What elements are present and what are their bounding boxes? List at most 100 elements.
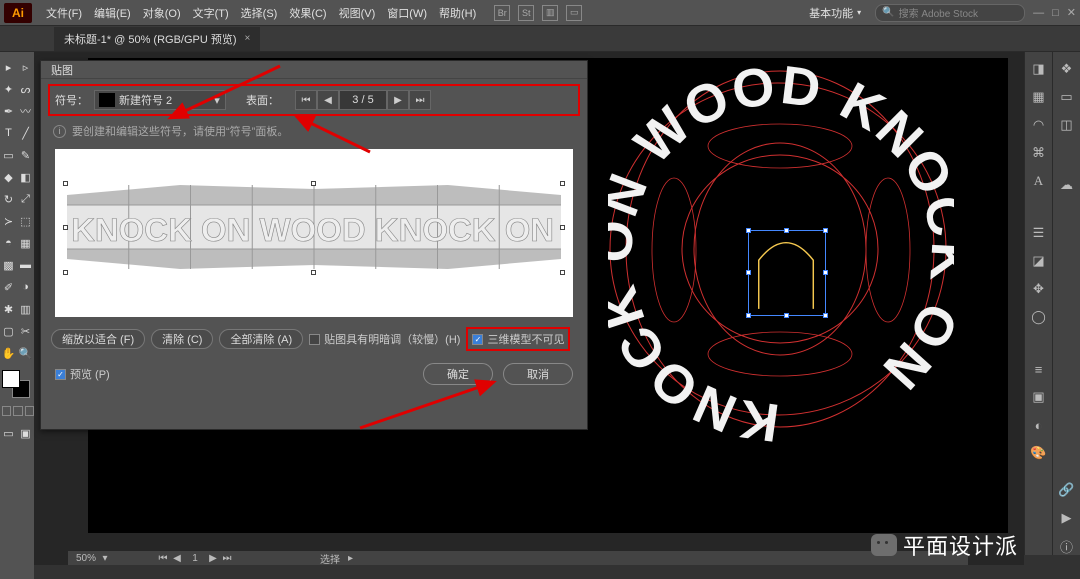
window-min-icon[interactable]: — — [1033, 7, 1044, 19]
properties-panel-icon[interactable]: ◨ — [1030, 60, 1048, 78]
none-mode-icon[interactable] — [25, 406, 34, 416]
document-tab[interactable]: 未标题-1* @ 50% (RGB/GPU 预览) × — [54, 27, 260, 51]
menu-effect[interactable]: 效果(C) — [283, 5, 332, 21]
surface-prev-button[interactable]: ◀ — [317, 90, 339, 110]
screen-mode-icon[interactable]: ▭ — [0, 422, 17, 444]
workspace-switcher[interactable]: 基本功能 ▾ — [803, 5, 867, 21]
links-panel-icon[interactable]: 🔗 — [1058, 481, 1076, 499]
direct-selection-tool[interactable]: ▹ — [17, 56, 34, 78]
appearance-panel-icon[interactable]: ◯ — [1030, 308, 1048, 326]
lasso-tool[interactable]: ᔕ — [17, 78, 34, 100]
align-panel-icon[interactable]: ☰ — [1030, 224, 1048, 242]
layers-panel-icon[interactable]: ❖ — [1058, 60, 1076, 78]
zoom-dropdown-icon[interactable]: ▾ — [100, 553, 110, 564]
character-panel-icon[interactable]: A — [1030, 172, 1048, 190]
swatches-panel-icon[interactable]: ▦ — [1030, 88, 1048, 106]
nav-next-icon[interactable]: ▶ — [208, 553, 218, 564]
pathfinder-panel-icon[interactable]: ◪ — [1030, 252, 1048, 270]
color-swatches[interactable] — [2, 370, 32, 402]
ok-button[interactable]: 确定 — [423, 363, 493, 385]
arrange-docs-icon[interactable]: ▥ — [542, 5, 558, 21]
symbol-row: 符号： 新建符号 2 ▾ 表面： ⏮ ◀ 3 / 5 ▶ ⏭ — [49, 85, 579, 115]
surface-last-button[interactable]: ⏭ — [409, 90, 431, 110]
curvature-tool[interactable]: 〰 — [17, 100, 34, 122]
map-preview[interactable]: KNOCK ON WOOD KNOCK ON WOOD — [55, 149, 573, 317]
shaper-tool[interactable]: ◆ — [0, 166, 17, 188]
nav-last-icon[interactable]: ⏭ — [222, 553, 232, 564]
graph-tool[interactable]: ▥ — [17, 298, 34, 320]
assets-panel-icon[interactable]: ◫ — [1058, 116, 1076, 134]
rectangle-tool[interactable]: ▭ — [0, 144, 17, 166]
menu-type[interactable]: 文字(T) — [187, 5, 235, 21]
blend-tool[interactable]: ◑ — [17, 276, 34, 298]
menu-select[interactable]: 选择(S) — [235, 5, 284, 21]
magic-wand-tool[interactable]: ✦ — [0, 78, 17, 100]
artboard-tool[interactable]: ▢ — [0, 320, 17, 342]
menu-file[interactable]: 文件(F) — [40, 5, 88, 21]
menu-window[interactable]: 窗口(W) — [381, 5, 433, 21]
invisible-geometry-checkbox[interactable]: ✓ 三维模型不可见 — [472, 331, 564, 347]
shade-checkbox[interactable]: 贴图具有明暗调（较慢）(H) — [309, 331, 460, 347]
cancel-button[interactable]: 取消 — [503, 363, 573, 385]
type-tool[interactable]: T — [0, 122, 17, 144]
surface-next-button[interactable]: ▶ — [387, 90, 409, 110]
graphic-styles-icon[interactable]: ▣ — [1030, 388, 1048, 406]
color-mode-icon[interactable] — [2, 406, 11, 416]
free-transform-tool[interactable]: ⬚ — [17, 210, 34, 232]
transparency-icon[interactable]: ◐ — [1030, 416, 1048, 434]
artboards-panel-icon[interactable]: ▭ — [1058, 88, 1076, 106]
surface-count: 3 / 5 — [339, 90, 387, 110]
shape-builder-tool[interactable]: ◓ — [0, 232, 17, 254]
window-close-icon[interactable]: ✕ — [1067, 6, 1076, 19]
menu-help[interactable]: 帮助(H) — [433, 5, 482, 21]
stroke-panel-icon[interactable]: ≡ — [1030, 360, 1048, 378]
brushes-panel-icon[interactable]: ◠ — [1030, 116, 1048, 134]
symbols-panel-icon[interactable]: ⌘ — [1030, 144, 1048, 162]
transform-panel-icon[interactable]: ✥ — [1030, 280, 1048, 298]
eraser-tool[interactable]: ◧ — [17, 166, 34, 188]
search-placeholder: 搜索 Adobe Stock — [899, 5, 978, 20]
surface-first-button[interactable]: ⏮ — [295, 90, 317, 110]
preview-checkbox[interactable]: ✓ 预览 (P) — [55, 366, 110, 382]
bridge-icon[interactable]: Br — [494, 5, 510, 21]
fit-button[interactable]: 缩放以适合 (F) — [51, 329, 145, 349]
perspective-tool[interactable]: ▦ — [17, 232, 34, 254]
menu-edit[interactable]: 编辑(E) — [88, 5, 137, 21]
mesh-tool[interactable]: ▩ — [0, 254, 17, 276]
stock-search[interactable]: 🔍 搜索 Adobe Stock — [875, 4, 1025, 22]
clear-all-button[interactable]: 全部清除 (A) — [219, 329, 303, 349]
line-tool[interactable]: ╱ — [17, 122, 34, 144]
eyedropper-tool[interactable]: ✐ — [0, 276, 17, 298]
map-selection-box[interactable] — [748, 230, 826, 316]
width-tool[interactable]: ≻ — [0, 210, 17, 232]
window-max-icon[interactable]: □ — [1052, 7, 1059, 19]
zoom-value[interactable]: 50% — [76, 553, 96, 564]
paintbrush-tool[interactable]: ✎ — [17, 144, 34, 166]
menu-view[interactable]: 视图(V) — [333, 5, 382, 21]
gradient-tool[interactable]: ▬ — [17, 254, 34, 276]
change-screen-icon[interactable]: ▣ — [17, 422, 34, 444]
actions-panel-icon[interactable]: ▶ — [1058, 509, 1076, 527]
rotate-tool[interactable]: ↻ — [0, 188, 17, 210]
clear-button[interactable]: 清除 (C) — [151, 329, 213, 349]
fill-swatch[interactable] — [2, 370, 20, 388]
slice-tool[interactable]: ✂ — [17, 320, 34, 342]
info-panel-icon[interactable]: ⓘ — [1058, 537, 1076, 555]
hand-tool[interactable]: ✋ — [0, 342, 17, 364]
color-panel-icon[interactable]: 🎨 — [1030, 444, 1048, 462]
gpu-icon[interactable]: ▭ — [566, 5, 582, 21]
libraries-panel-icon[interactable]: ☁ — [1058, 176, 1076, 194]
gradient-mode-icon[interactable] — [13, 406, 22, 416]
close-tab-icon[interactable]: × — [245, 33, 251, 44]
zoom-tool[interactable]: 🔍 — [17, 342, 34, 364]
document-tab-strip: 未标题-1* @ 50% (RGB/GPU 预览) × — [0, 26, 1080, 52]
menu-object[interactable]: 对象(O) — [137, 5, 187, 21]
nav-first-icon[interactable]: ⏮ — [158, 553, 168, 564]
pen-tool[interactable]: ✒ — [0, 100, 17, 122]
scale-tool[interactable]: ⤢ — [17, 188, 34, 210]
nav-prev-icon[interactable]: ◀ — [172, 553, 182, 564]
selection-tool[interactable]: ▸ — [0, 56, 17, 78]
symbol-sprayer-tool[interactable]: ✱ — [0, 298, 17, 320]
stock-icon[interactable]: St — [518, 5, 534, 21]
symbol-dropdown[interactable]: 新建符号 2 ▾ — [94, 90, 226, 110]
